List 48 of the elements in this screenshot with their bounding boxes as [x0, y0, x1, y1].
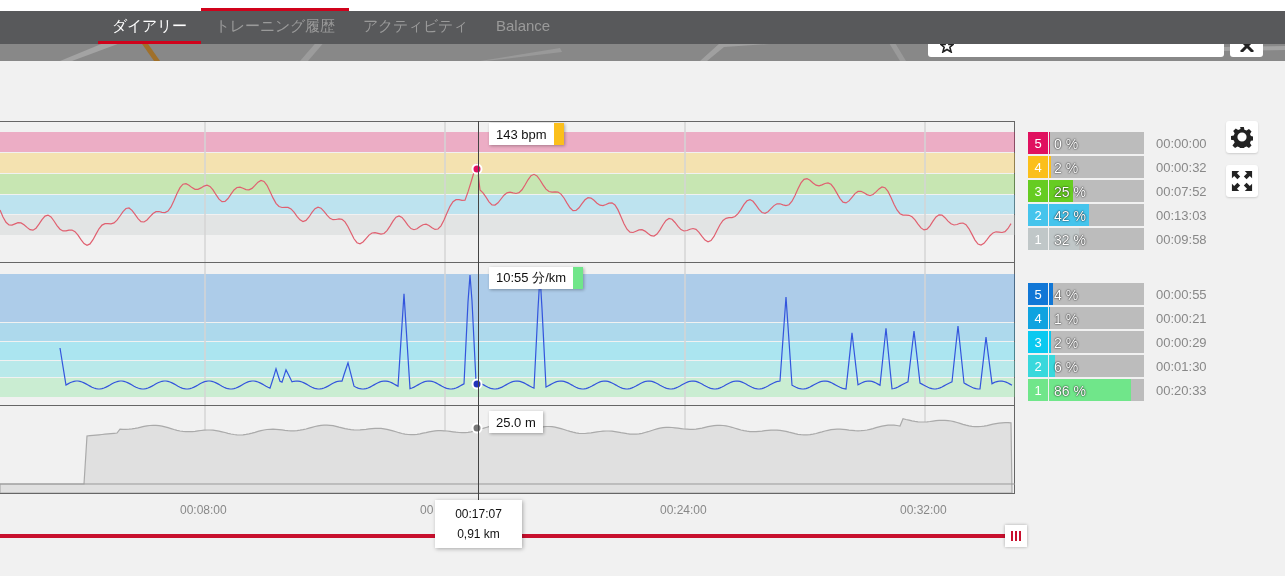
zone-time: 00:00:21 — [1156, 310, 1207, 326]
nav-tab[interactable]: Balance — [482, 8, 565, 44]
zone-time: 00:20:33 — [1156, 382, 1207, 398]
range-handle[interactable] — [1005, 525, 1027, 547]
zone-number: 1 — [1028, 228, 1048, 250]
cursor-distance: 0,91 km — [457, 527, 500, 541]
axis-label: 00 — [420, 503, 434, 517]
zone-percent: 2 % — [1054, 160, 1079, 176]
altitude-value: 25.0 m — [495, 414, 537, 430]
zone-number: 2 — [1028, 204, 1048, 226]
star-icon — [940, 44, 954, 53]
zone-number: 5 — [1028, 132, 1048, 154]
settings-icon — [1231, 126, 1253, 148]
zone-percent: 4 % — [1054, 287, 1079, 303]
zone-number: 2 — [1028, 355, 1048, 377]
zone-percent: 86 % — [1054, 383, 1086, 399]
close-icon — [1239, 44, 1254, 52]
nav-tab[interactable]: アクティビティ — [349, 8, 482, 44]
zone-number: 1 — [1028, 379, 1048, 401]
nav-tab[interactable]: ダイアリー — [98, 8, 201, 44]
pace-value: 10:55 分/km — [495, 269, 568, 287]
fullscreen-button[interactable] — [1226, 165, 1258, 197]
zone-number: 3 — [1028, 180, 1048, 202]
cursor-time: 00:17:07 — [455, 507, 502, 521]
expand-icon — [1231, 170, 1253, 192]
zone-time: 00:00:32 — [1156, 159, 1207, 175]
zone-number: 5 — [1028, 283, 1048, 305]
zone-number: 4 — [1028, 307, 1048, 329]
zone-time: 00:01:30 — [1156, 358, 1207, 374]
zone-number: 4 — [1028, 156, 1048, 178]
zone-number: 3 — [1028, 331, 1048, 353]
axis-label: 00:24:00 — [660, 503, 707, 517]
zone-time: 00:13:03 — [1156, 207, 1207, 223]
close-button[interactable] — [1230, 44, 1263, 57]
zone-percent: 1 % — [1054, 311, 1079, 327]
axis-label: 00:08:00 — [180, 503, 227, 517]
zone-percent: 0 % — [1054, 136, 1079, 152]
zone-percent: 2 % — [1054, 335, 1079, 351]
zone-time: 00:09:58 — [1156, 231, 1207, 247]
zone-time: 00:00:55 — [1156, 286, 1207, 302]
axis-label: 00:32:00 — [900, 503, 947, 517]
settings-button[interactable] — [1226, 121, 1258, 153]
nav-tab[interactable]: トレーニング履歴 — [201, 8, 349, 44]
zone-time: 00:07:52 — [1156, 183, 1207, 199]
zone-percent: 42 % — [1054, 208, 1086, 224]
zone-time: 00:00:29 — [1156, 334, 1207, 350]
heart-rate-value: 143 bpm — [495, 126, 548, 142]
zone-time: 00:00:00 — [1156, 135, 1207, 151]
